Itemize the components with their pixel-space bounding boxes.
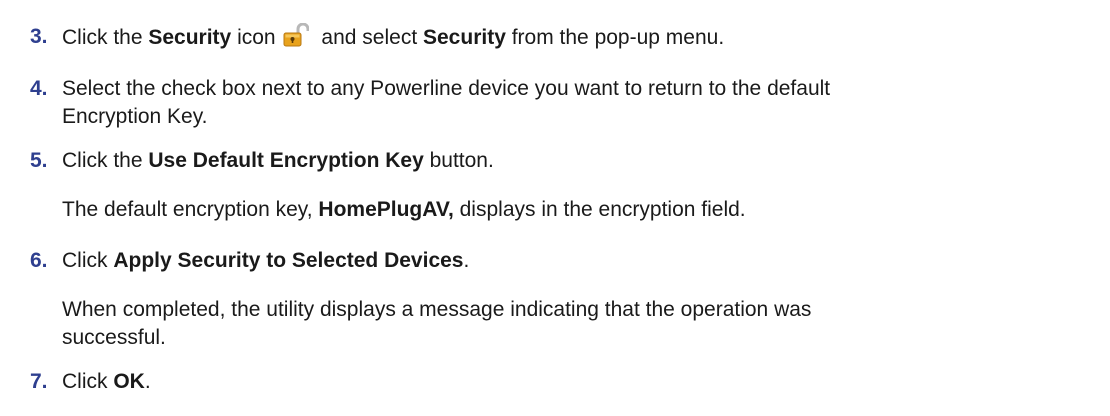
step-text: Click OK. [62,370,151,393]
document-page: { "steps": [ { "number": "3.", "parts": … [0,0,1110,416]
completion-note: When completed, the utility displays a m… [62,298,812,349]
step-number: 7. [30,370,48,393]
step-text: Click Apply Security to Selected Devices… [62,249,470,272]
step-number: 3. [30,25,48,48]
step-number: 5. [30,149,48,172]
step-text: Click the Security icon and select Secur… [62,22,1090,52]
default-key-note: The default encryption key, HomePlugAV, … [62,198,746,221]
step-number: 4. [30,77,48,100]
step-text: Click the Use Default Encryption Key but… [62,149,494,172]
step-text: Select the check box next to any Powerli… [62,77,831,128]
security-lock-icon [283,22,310,47]
step-number: 6. [30,249,48,272]
